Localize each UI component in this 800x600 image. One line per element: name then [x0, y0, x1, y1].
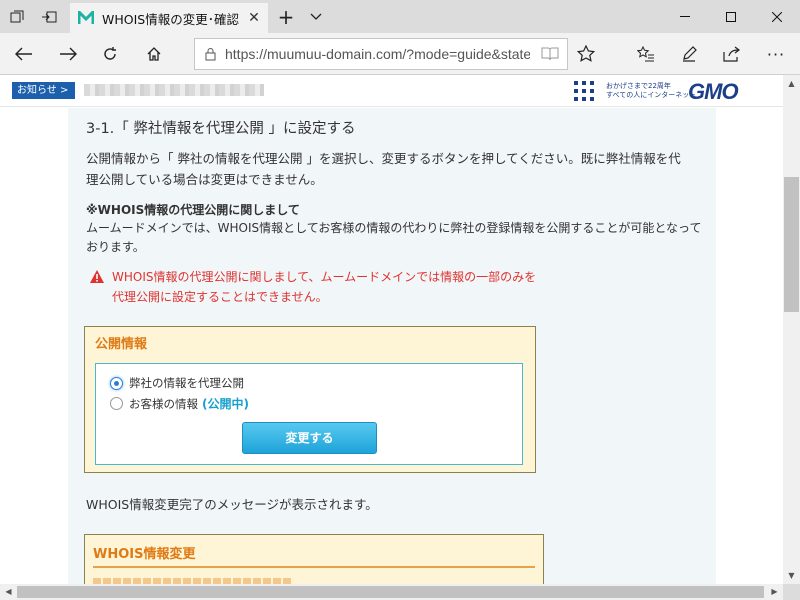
intro-line-2: 理公開している場合は変更はできません。 [86, 172, 323, 187]
new-tab-icon[interactable]: + [272, 0, 300, 33]
forward-icon[interactable] [52, 38, 84, 70]
proxy-paragraph: ムームードメインでは、WHOIS情報としてお客様の情報の代わりに弊社の登録情報を… [86, 219, 706, 257]
more-options-icon[interactable]: ··· [760, 38, 792, 70]
scroll-left-icon[interactable]: ◀ [0, 584, 17, 600]
home-icon[interactable] [138, 38, 170, 70]
intro-line-1: 公開情報から「 弊社の情報を代理公開 」を選択し、変更するボタンを押してください… [86, 151, 681, 166]
guide-panel: 3-1.「 弊社情報を代理公開 」に設定する 公開情報から「 弊社の情報を代理公… [68, 108, 716, 584]
scroll-down-icon[interactable]: ▼ [783, 567, 800, 584]
warning-text: WHOIS情報の代理公開に関しまして、ムームードメインでは情報の一部のみを 代理… [112, 267, 582, 307]
web-note-pen-icon[interactable] [673, 38, 705, 70]
gmo-tagline: おかげさまで22周年 すべての人にインターネット [606, 82, 696, 100]
radio-proxy-label: 弊社の情報を代理公開 [129, 376, 244, 390]
tab-title: WHOIS情報の変更･確認 [102, 11, 239, 27]
gmo-tagline-line2: すべての人にインターネット [606, 91, 697, 99]
back-icon[interactable] [8, 38, 40, 70]
vertical-scrollbar[interactable]: ▲ ▼ [783, 75, 800, 584]
set-tabs-aside-icon[interactable] [34, 0, 64, 33]
radio-customer[interactable] [110, 397, 123, 410]
gmo-dots-icon [574, 81, 594, 101]
change-button[interactable]: 変更する [242, 422, 377, 454]
site-header: お知らせ > おかげさまで22周年 すべての人にインターネット GMO [0, 75, 783, 107]
horizontal-scroll-thumb[interactable] [17, 586, 764, 598]
favorite-star-icon[interactable] [570, 38, 602, 70]
public-info-title: 公開情報 [95, 337, 148, 352]
browser-tab-strip: WHOIS情報の変更･確認 ✕ + [0, 0, 800, 33]
warning-line-1: WHOIS情報の代理公開に関しまして、ムームードメインでは情報の一部のみを [112, 270, 537, 284]
public-info-form: 弊社の情報を代理公開 お客様の情報 (公開中) 変更する [95, 363, 523, 465]
public-info-box: 公開情報 弊社の情報を代理公開 お客様の情報 (公開中) 変更する [84, 326, 536, 473]
muumuu-favicon [78, 10, 94, 26]
notice-ticker-blurred [84, 84, 264, 96]
vertical-scroll-thumb[interactable] [784, 177, 799, 312]
warning-line-2: 代理公開に設定することはできません。 [112, 290, 328, 304]
radio-option-proxy[interactable]: 弊社の情報を代理公開 [110, 375, 244, 391]
address-bar[interactable]: https://muumuu-domain.com/?mode=guide&st… [194, 38, 568, 70]
whois-change-title: WHOIS情報変更 [93, 547, 196, 562]
scrollbar-corner [783, 584, 800, 600]
tab-whois[interactable]: WHOIS情報の変更･確認 ✕ [70, 3, 268, 33]
gmo-logo[interactable]: GMO [688, 79, 739, 105]
scroll-up-icon[interactable]: ▲ [783, 75, 800, 92]
refresh-icon[interactable] [94, 38, 126, 70]
completion-message: WHOIS情報変更完了のメッセージが表示されます。 [86, 497, 378, 512]
customer-status-badge: (公開中) [202, 397, 249, 411]
intro-paragraph: 公開情報から「 弊社の情報を代理公開 」を選択し、変更するボタンを押してください… [86, 148, 702, 190]
browser-nav-bar: https://muumuu-domain.com/?mode=guide&st… [0, 33, 800, 75]
scroll-right-icon[interactable]: ▶ [766, 584, 783, 600]
page-content: 3-1.「 弊社情報を代理公開 」に設定する 公開情報から「 弊社の情報を代理公… [0, 108, 783, 584]
close-window-icon[interactable] [754, 0, 800, 33]
proxy-line-1: ムームードメインでは、WHOIS情報としてお客様の情報の代わりに弊社の登録情報を… [86, 221, 702, 235]
radio-customer-label: お客様の情報 [129, 396, 198, 411]
whois-change-divider [93, 566, 535, 568]
tab-manager-icon[interactable] [2, 0, 32, 33]
tab-list-chevron-icon[interactable] [302, 0, 330, 33]
close-tab-icon[interactable]: ✕ [246, 10, 262, 26]
proxy-subheading: ※WHOIS情報の代理公開に関しまして [86, 203, 300, 217]
reading-view-icon[interactable] [541, 46, 559, 66]
horizontal-scrollbar[interactable]: ◀ ▶ [0, 584, 783, 600]
favorites-hub-icon[interactable] [630, 38, 662, 70]
whois-change-box: WHOIS情報変更 [84, 534, 544, 584]
notice-link[interactable]: お知らせ > [12, 82, 75, 99]
gmo-tagline-line1: おかげさまで22周年 [606, 82, 671, 90]
url-text: https://muumuu-domain.com/?mode=guide&st… [225, 46, 530, 62]
maximize-icon[interactable] [708, 0, 754, 33]
warning-icon [90, 270, 104, 283]
proxy-line-2: おります。 [86, 240, 145, 254]
minimize-icon[interactable] [662, 0, 708, 33]
radio-proxy[interactable] [110, 376, 123, 390]
section-heading: 3-1.「 弊社情報を代理公開 」に設定する [86, 121, 356, 137]
radio-option-customer[interactable]: お客様の情報 (公開中) [110, 395, 249, 412]
lock-icon [195, 47, 225, 61]
share-icon[interactable] [716, 38, 748, 70]
